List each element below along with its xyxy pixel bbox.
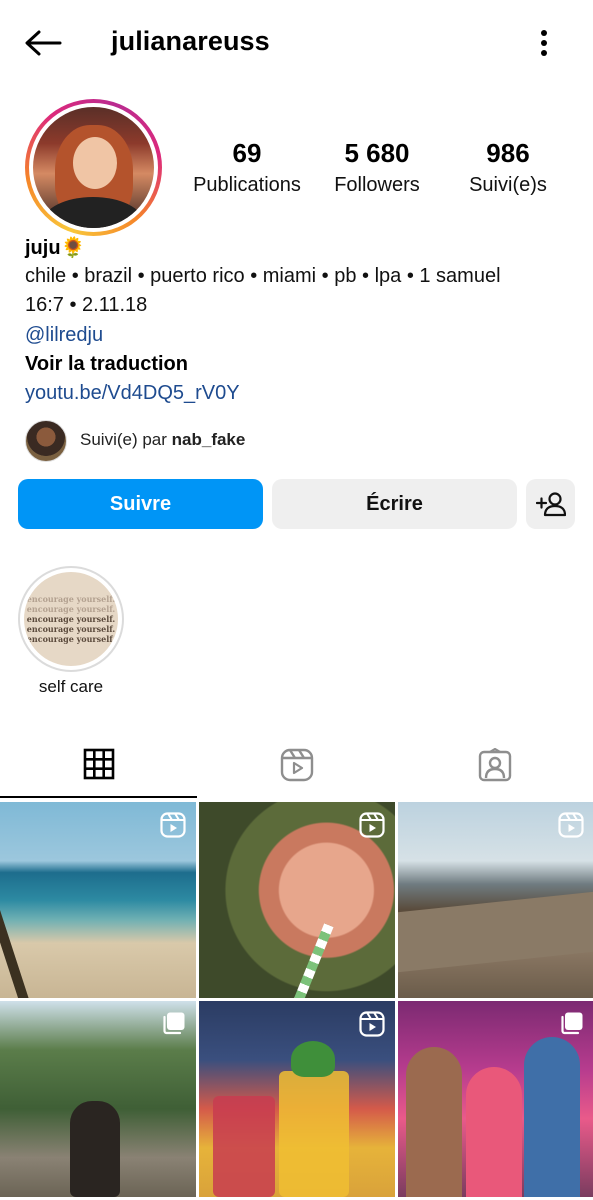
tagged-icon: [478, 748, 511, 782]
carousel-icon: [163, 1012, 185, 1035]
reel-icon: [558, 812, 584, 838]
story-highlight[interactable]: encourage yourself. encourage yourself. …: [18, 566, 124, 672]
post-thumbnail[interactable]: [398, 1001, 593, 1197]
post-thumbnail[interactable]: [0, 802, 196, 998]
bio-display-name: juju🌻: [25, 237, 86, 259]
post-thumbnail[interactable]: [0, 1001, 196, 1197]
suggested-users-button[interactable]: [526, 479, 575, 529]
stat-followers-label: Followers: [334, 174, 420, 196]
stat-posts[interactable]: 69 Publications: [186, 138, 308, 200]
stat-followers-count: 5 680: [344, 138, 410, 168]
stat-following[interactable]: 986 Suivi(e)s: [462, 138, 554, 200]
bio-mention-link[interactable]: @lilredju: [25, 320, 103, 350]
profile-avatar-story-ring[interactable]: [25, 99, 162, 236]
bio-text-line: 16:7 • 2.11.18: [25, 294, 148, 316]
tab-posts-grid[interactable]: [0, 732, 197, 798]
profile-tabs: [0, 732, 593, 798]
reel-icon: [359, 812, 385, 838]
see-translation-link[interactable]: Voir la traduction: [25, 349, 188, 379]
reel-icon: [160, 812, 186, 838]
profile-avatar: [33, 107, 154, 228]
message-button[interactable]: Écrire: [272, 479, 517, 529]
more-vertical-icon: [541, 30, 547, 56]
followed-by-prefix: Suivi(e) par: [80, 430, 172, 449]
story-highlight-label: self care: [38, 677, 104, 696]
highlight-cover-text: encourage yourself.: [26, 624, 116, 634]
post-thumbnail[interactable]: [199, 802, 395, 998]
reel-icon: [359, 1011, 385, 1037]
back-button[interactable]: [22, 26, 64, 60]
stat-followers[interactable]: 5 680 Followers: [326, 138, 428, 200]
followed-by-username: nab_fake: [171, 430, 246, 449]
tab-reels[interactable]: [198, 732, 395, 798]
person-add-icon: [535, 492, 566, 517]
arrow-left-icon: [25, 30, 62, 56]
highlight-cover-text: encourage yourself.: [26, 604, 116, 614]
grid-icon: [83, 748, 114, 780]
highlight-cover-text: encourage yourself.: [26, 634, 116, 644]
post-thumbnail[interactable]: [199, 1001, 395, 1197]
highlight-cover-text: encourage yourself.: [26, 614, 116, 624]
followed-by-text[interactable]: Suivi(e) par nab_fake: [80, 430, 245, 450]
stat-following-count: 986: [486, 138, 530, 168]
more-options-button[interactable]: [530, 26, 558, 60]
stat-following-label: Suivi(e)s: [469, 174, 547, 196]
bio-website-link[interactable]: youtu.be/Vd4DQ5_rV0Y: [25, 378, 240, 408]
stat-posts-label: Publications: [193, 174, 301, 196]
profile-header: julianareuss: [0, 0, 593, 86]
carousel-icon: [561, 1012, 583, 1035]
story-highlight-cover: encourage yourself. encourage yourself. …: [24, 572, 118, 666]
follow-button[interactable]: Suivre: [18, 479, 263, 529]
bio-text-line: chile • brazil • puerto rico • miami • p…: [25, 265, 501, 287]
stat-posts-count: 69: [232, 138, 262, 168]
post-thumbnail[interactable]: [398, 802, 593, 998]
tab-tagged[interactable]: [396, 732, 593, 798]
reels-icon: [280, 748, 313, 782]
profile-username: julianareuss: [111, 26, 270, 56]
highlight-cover-text: encourage yourself.: [26, 594, 116, 604]
mutual-follower-avatar[interactable]: [25, 420, 67, 462]
